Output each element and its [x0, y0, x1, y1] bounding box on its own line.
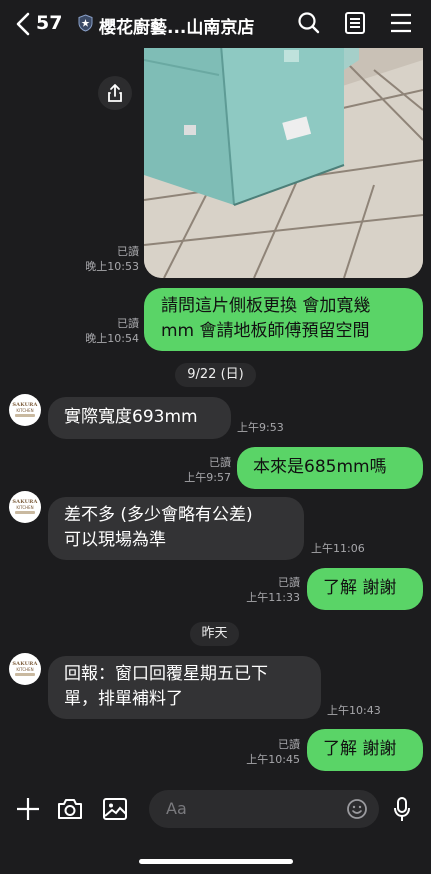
- incoming-message-6[interactable]: 回報：窗口回覆星期五已下 單，排單補料了: [48, 656, 321, 719]
- message-text-line: 請問這片側板更換 會加寬幾: [161, 296, 371, 316]
- avatar-brand-subtext: KITCHEN: [16, 408, 34, 413]
- home-indicator: [139, 859, 293, 864]
- message-text-line: 單，排單補料了: [64, 689, 183, 709]
- avatar-brand-mark: [15, 414, 35, 417]
- microphone-icon: [394, 797, 410, 821]
- chat-header: 57 櫻花廚藝...山南京店: [0, 0, 431, 48]
- message-text: 實際寬度693mm: [64, 407, 198, 427]
- message-text: 本來是685mm嗎: [253, 457, 387, 477]
- outgoing-message-3[interactable]: 本來是685mm嗎: [237, 447, 423, 489]
- avatar[interactable]: SAKURA KITCHEN: [9, 653, 41, 685]
- timestamp: 晚上10:53: [85, 260, 139, 273]
- chevron-left-icon: [16, 12, 30, 36]
- voice-button[interactable]: [392, 796, 412, 824]
- outgoing-message-5[interactable]: 了解 謝謝: [307, 568, 423, 610]
- incoming-message-4[interactable]: 差不多 (多少會略有公差) 可以現場為準: [48, 497, 304, 560]
- camera-icon: [58, 799, 82, 819]
- notes-button[interactable]: [342, 10, 368, 36]
- timestamp: 上午10:45: [246, 753, 300, 766]
- notes-icon: [345, 12, 365, 34]
- plus-icon: [17, 798, 39, 820]
- message-3-read-status: 已讀 上午9:57: [184, 455, 231, 485]
- timestamp: 上午10:43: [327, 704, 381, 717]
- search-button[interactable]: [296, 10, 322, 36]
- search-icon: [298, 12, 320, 34]
- message-1-read-status: 已讀 晚上10:54: [85, 316, 139, 346]
- input-placeholder: Aa: [166, 799, 187, 818]
- read-label: 已讀: [209, 456, 231, 469]
- timestamp: 上午11:33: [246, 591, 300, 604]
- message-text-line: 差不多 (多少會略有公差): [64, 505, 253, 525]
- avatar-brand-mark: [15, 511, 35, 514]
- avatar[interactable]: SAKURA KITCHEN: [9, 394, 41, 426]
- message-input[interactable]: Aa: [149, 790, 379, 828]
- share-icon: [108, 84, 122, 102]
- read-label: 已讀: [117, 245, 139, 258]
- date-separator: 9/22 (日): [175, 363, 256, 387]
- incoming-message-2[interactable]: 實際寬度693mm: [48, 397, 231, 439]
- message-text-line: mm 會請地板師傅預留空間: [161, 321, 370, 341]
- outgoing-message-7[interactable]: 了解 謝謝: [307, 729, 423, 771]
- camera-button[interactable]: [56, 796, 84, 822]
- message-text: 了解 謝謝: [323, 739, 397, 759]
- message-text-line: 回報：窗口回覆星期五已下: [64, 664, 268, 684]
- back-button[interactable]: [14, 11, 36, 37]
- message-text-line: 可以現場為準: [64, 530, 166, 550]
- plus-button[interactable]: [15, 796, 41, 822]
- timestamp: 上午9:57: [184, 471, 231, 484]
- read-label: 已讀: [117, 317, 139, 330]
- shield-icon: [78, 14, 93, 32]
- share-button[interactable]: [98, 76, 132, 110]
- outgoing-message-1[interactable]: 請問這片側板更換 會加寬幾 mm 會請地板師傅預留空間: [144, 288, 423, 351]
- unread-count[interactable]: 57: [36, 12, 62, 34]
- avatar-brand-subtext: KITCHEN: [16, 667, 34, 672]
- emoji-button[interactable]: [346, 798, 368, 820]
- chat-title[interactable]: 櫻花廚藝...山南京店: [99, 13, 279, 38]
- menu-button[interactable]: [388, 10, 414, 36]
- image-icon: [103, 798, 127, 820]
- smiley-icon: [347, 799, 367, 819]
- timestamp: 晚上10:54: [85, 332, 139, 345]
- date-separator: 昨天: [190, 622, 239, 646]
- photo-read-status: 已讀 晚上10:53: [85, 244, 139, 274]
- message-5-read-status: 已讀 上午11:33: [246, 575, 300, 605]
- gallery-button[interactable]: [102, 797, 128, 821]
- read-label: 已讀: [278, 738, 300, 751]
- message-text: 了解 謝謝: [323, 578, 397, 598]
- avatar-brand-mark: [15, 673, 35, 676]
- avatar[interactable]: SAKURA KITCHEN: [9, 491, 41, 523]
- timestamp: 上午11:06: [311, 542, 365, 555]
- read-label: 已讀: [278, 576, 300, 589]
- avatar-brand-subtext: KITCHEN: [16, 505, 34, 510]
- message-7-read-status: 已讀 上午10:45: [246, 737, 300, 767]
- menu-icon: [391, 13, 411, 33]
- message-input-bar: Aa: [0, 780, 431, 874]
- timestamp: 上午9:53: [237, 421, 284, 434]
